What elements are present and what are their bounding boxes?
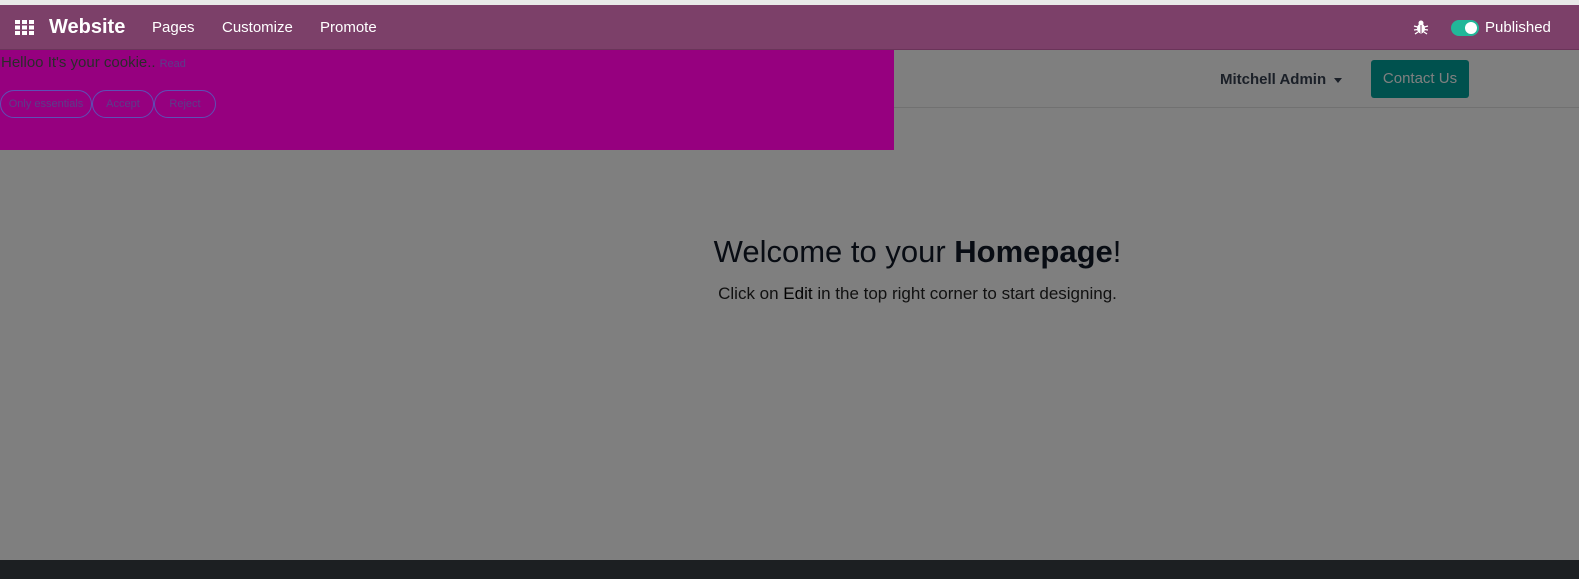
cookie-message: Helloo It's your cookie.. Read — [1, 54, 186, 71]
website-editor-navbar: Website Pages Customize Promote Publishe… — [0, 5, 1579, 50]
menu-promote[interactable]: Promote — [320, 19, 377, 36]
published-label[interactable]: Published — [1485, 19, 1551, 36]
cookie-message-text: Helloo It's your cookie.. — [1, 54, 156, 71]
published-toggle[interactable] — [1451, 20, 1479, 36]
cookie-read-link[interactable]: Read — [160, 58, 186, 70]
page-footer — [0, 560, 1579, 579]
brand-title[interactable]: Website — [49, 16, 125, 39]
only-essentials-button[interactable]: Only essentials — [0, 90, 92, 118]
apps-grid-icon[interactable] — [15, 20, 34, 35]
reject-button[interactable]: Reject — [154, 90, 216, 118]
bug-icon[interactable] — [1413, 19, 1429, 35]
menu-pages[interactable]: Pages — [152, 19, 195, 36]
toggle-knob — [1465, 22, 1477, 34]
cookie-bar: Helloo It's your cookie.. Read Only essen… — [0, 50, 894, 150]
accept-button[interactable]: Accept — [92, 90, 154, 118]
menu-customize[interactable]: Customize — [222, 19, 293, 36]
